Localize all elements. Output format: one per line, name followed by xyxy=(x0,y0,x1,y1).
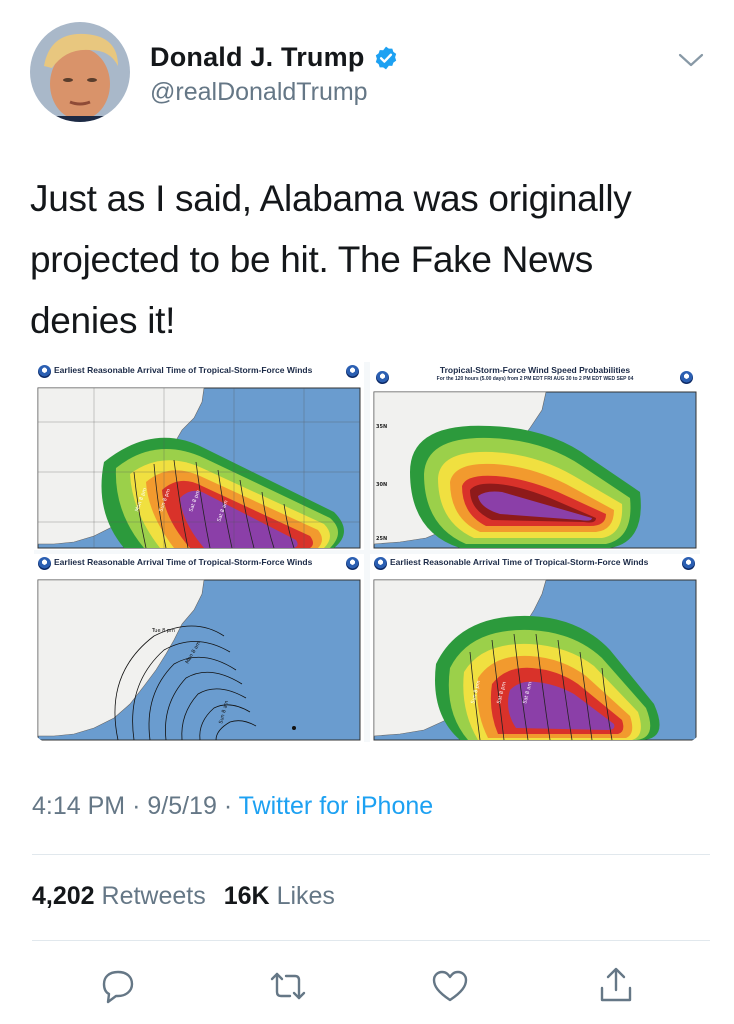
forecast-map-graphic: Sun 8 pm Sat 8 pm Sat 8 am xyxy=(370,554,700,742)
retweet-icon[interactable] xyxy=(268,966,308,1006)
nws-logo-icon xyxy=(682,557,695,570)
likes-label: Likes xyxy=(276,882,335,910)
meta-separator: · xyxy=(223,792,233,820)
retweets-stat[interactable]: 4,202 Retweets xyxy=(32,882,206,910)
heart-icon[interactable] xyxy=(430,966,470,1006)
svg-text:30N: 30N xyxy=(376,482,387,488)
noaa-logo-icon xyxy=(374,557,387,570)
verified-badge-icon xyxy=(375,46,396,69)
reply-icon[interactable] xyxy=(98,966,138,1006)
avatar[interactable] xyxy=(30,22,130,122)
meta-separator: · xyxy=(132,792,141,820)
tweet-header: Donald J. Trump @realDonaldTrump xyxy=(30,22,710,132)
forecast-map-graphic: Mon 8 pm Sun 8 pm Sat 8 pm Sat 8 am xyxy=(34,362,364,550)
tweet-date[interactable]: 9/5/19 xyxy=(147,792,217,820)
svg-text:25N: 25N xyxy=(376,536,387,542)
action-bar xyxy=(0,960,734,1010)
noaa-logo-icon xyxy=(376,371,389,384)
forecast-map-graphic: 35N 30N 25N xyxy=(370,362,700,550)
map-title: Earliest Reasonable Arrival Time of Trop… xyxy=(54,365,313,375)
divider xyxy=(32,854,710,855)
map-title: Tropical-Storm-Force Wind Speed Probabil… xyxy=(439,365,631,375)
avatar-image xyxy=(30,22,130,122)
likes-stat[interactable]: 16K Likes xyxy=(224,882,335,910)
tweet-time[interactable]: 4:14 PM xyxy=(32,792,125,820)
forecast-map-image[interactable]: Tue 8 pm Mon 8 am Sun 8 am Earliest Reas… xyxy=(34,554,364,742)
tweet-text-line: projected to be hit. The Fake News xyxy=(30,239,593,280)
retweets-count: 4,202 xyxy=(32,882,95,910)
nws-logo-icon xyxy=(346,365,359,378)
forecast-map-image[interactable]: Sun 8 pm Sat 8 pm Sat 8 am Earliest Reas… xyxy=(370,554,700,742)
forecast-map-image[interactable]: Mon 8 pm Sun 8 pm Sat 8 pm Sat 8 am Earl… xyxy=(34,362,364,550)
tweet-text-line: denies it! xyxy=(30,300,176,341)
svg-text:35N: 35N xyxy=(376,424,387,430)
forecast-map-image[interactable]: 35N 30N 25N Tropical-Storm-Force Wind Spee… xyxy=(370,362,700,550)
user-handle[interactable]: @realDonaldTrump xyxy=(150,78,368,107)
tweet-text: Just as I said, Alabama was originally p… xyxy=(30,168,700,351)
retweets-label: Retweets xyxy=(101,882,206,910)
map-title: Earliest Reasonable Arrival Time of Trop… xyxy=(54,557,313,567)
svg-text:Tue 8 pm: Tue 8 pm xyxy=(151,628,175,634)
nws-logo-icon xyxy=(680,371,693,384)
noaa-logo-icon xyxy=(38,365,51,378)
forecast-map-graphic: Tue 8 pm Mon 8 am Sun 8 am xyxy=(34,554,364,742)
tweet-stats: 4,202 Retweets 16K Likes xyxy=(32,882,335,911)
chevron-down-icon[interactable] xyxy=(678,52,704,68)
noaa-logo-icon xyxy=(38,557,51,570)
map-title: Earliest Reasonable Arrival Time of Trop… xyxy=(390,557,649,567)
tweet-source-link[interactable]: Twitter for iPhone xyxy=(239,792,434,820)
nws-logo-icon xyxy=(346,557,359,570)
tweet-meta: 4:14 PM · 9/5/19 · Twitter for iPhone xyxy=(32,792,433,821)
media-grid: Mon 8 pm Sun 8 pm Sat 8 pm Sat 8 am Earl… xyxy=(34,362,700,742)
map-subtitle: For the 120 hours (5.00 days) from 2 PM … xyxy=(436,376,634,382)
share-icon[interactable] xyxy=(596,966,636,1006)
likes-count: 16K xyxy=(223,882,270,910)
divider xyxy=(32,940,710,941)
tweet-text-line: Just as I said, Alabama was originally xyxy=(30,178,632,219)
display-name[interactable]: Donald J. Trump xyxy=(150,42,365,73)
